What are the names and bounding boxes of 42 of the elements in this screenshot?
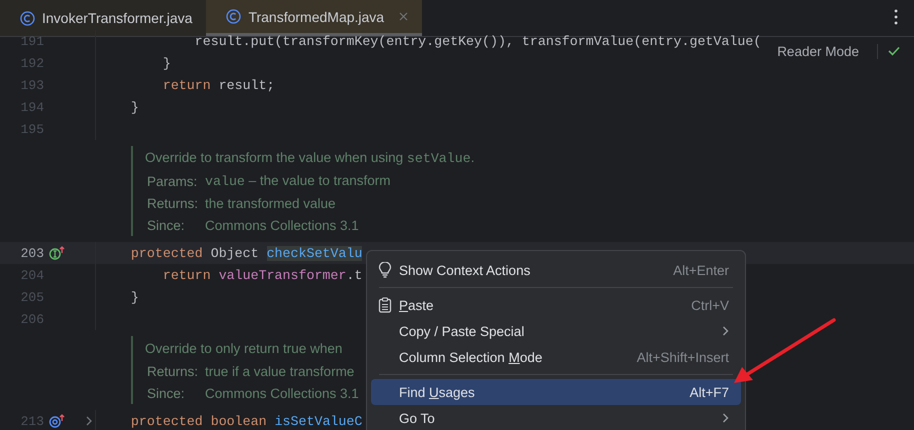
editor-tab[interactable]: TransformedMap.java (206, 0, 422, 36)
implemented-icon[interactable] (49, 414, 65, 428)
close-icon[interactable] (399, 12, 408, 21)
menu-item[interactable]: Copy / Paste Special (371, 318, 741, 344)
code-line: protected Object checkSetValu (130, 246, 362, 260)
code-line: } (162, 56, 171, 70)
chevron-icon (722, 326, 729, 336)
doc-text: true if a value transforme (205, 364, 354, 378)
menu-item[interactable]: Go To (371, 405, 741, 430)
line-number: 203 (20, 246, 44, 260)
doc-text: value – the value to transform (205, 173, 390, 189)
code-line: result.put(transformKey(entry.getKey()), transformValue(entry.getValue( (194, 34, 762, 48)
doc-text: Commons Collections 3.1 (205, 218, 359, 232)
editor-tab[interactable]: InvokerTransformer.java (0, 0, 206, 36)
doc-tag: Since: (145, 386, 205, 400)
code-line: return result; (162, 78, 275, 92)
code-line: return valueTransformer.t (162, 268, 362, 282)
reader-mode-button[interactable]: Reader Mode (777, 44, 878, 58)
check-icon[interactable] (888, 46, 900, 56)
doc-summary: Override to only return true when (145, 340, 342, 356)
lightbulb-icon (378, 262, 392, 278)
menu-item[interactable]: Paste Ctrl+V (371, 292, 741, 318)
menu-item[interactable]: Column Selection Mode Alt+Shift+Insert (371, 344, 741, 370)
doc-tag: Returns: (145, 196, 205, 210)
more-icon[interactable] (894, 9, 898, 25)
chevron-icon[interactable] (85, 416, 93, 426)
code-line: } (130, 100, 139, 114)
chevron-icon (722, 413, 729, 423)
doc-tag: Returns: (145, 364, 205, 378)
class-icon (226, 9, 242, 24)
doc-tag: Params: (145, 174, 205, 188)
code-line: protected boolean isSetValueC (130, 414, 362, 428)
doc-tag: Since: (145, 218, 205, 232)
doc-summary: Override to transform the value when using setValue. (145, 150, 474, 166)
doc-text: the transformed value (205, 196, 336, 210)
menu-item[interactable]: Show Context Actions Alt+Enter (371, 257, 741, 283)
code-line: } (130, 290, 139, 304)
menu-item[interactable]: Find Usages Alt+F7 (371, 379, 741, 405)
doc-text: Commons Collections 3.1 (205, 386, 359, 400)
clipboard-icon (378, 297, 392, 313)
overrides-icon[interactable] (49, 246, 65, 260)
class-icon (20, 10, 35, 26)
